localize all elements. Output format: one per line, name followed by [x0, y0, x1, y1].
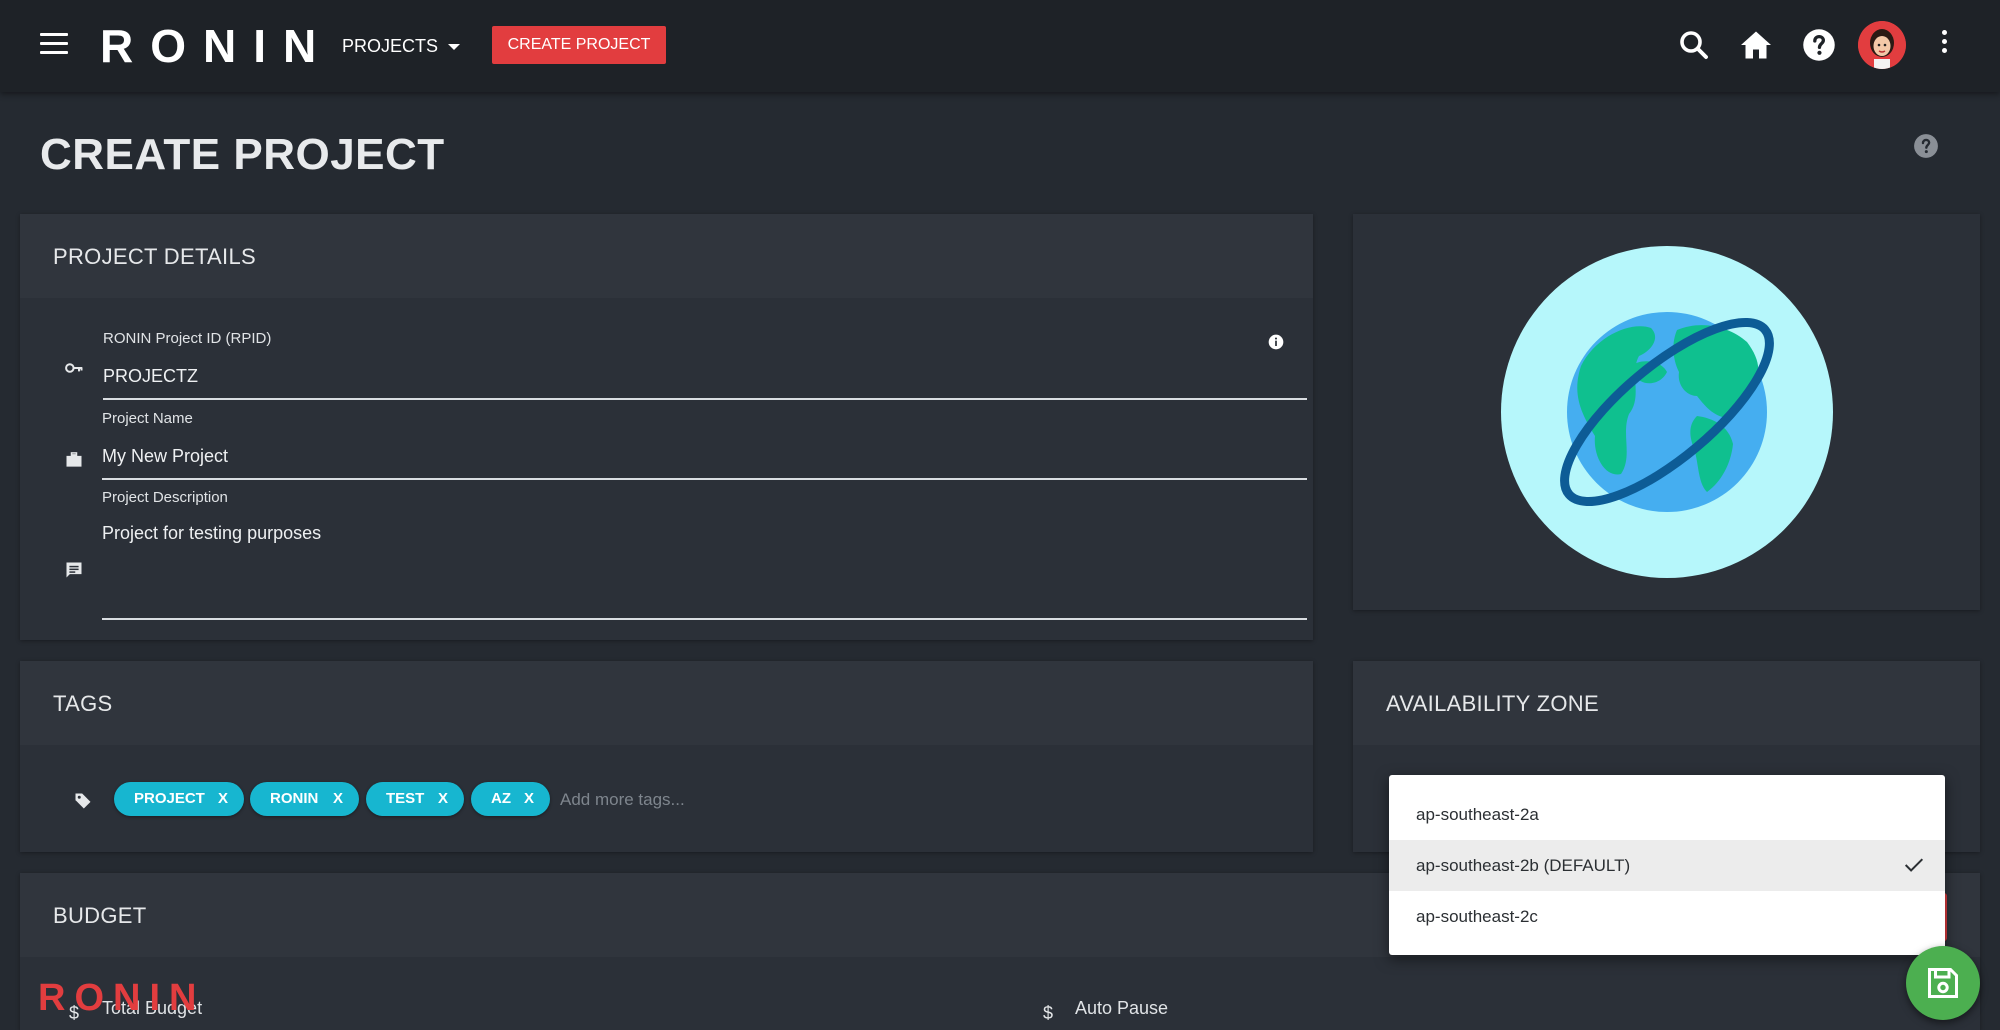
key-icon	[65, 363, 83, 373]
rpid-field[interactable]: PROJECTZ	[103, 366, 198, 387]
rpid-label: RONIN Project ID (RPID)	[103, 330, 272, 347]
tag-remove-button[interactable]: X	[333, 782, 343, 816]
project-description-underline	[102, 618, 1307, 620]
tag-chip-label: RONIN	[270, 790, 319, 807]
tag-chip: RONIN X	[250, 782, 359, 816]
check-icon	[1904, 858, 1924, 872]
ronin-logo[interactable]: RONIN	[100, 16, 333, 76]
project-description-field[interactable]: Project for testing purposes	[102, 523, 321, 544]
tag-remove-button[interactable]: X	[524, 782, 534, 816]
tag-icon	[75, 793, 91, 809]
caret-down-icon	[448, 44, 461, 51]
zone-option-label: ap-southeast-2b (DEFAULT)	[1416, 856, 1631, 875]
menu-icon[interactable]	[40, 33, 68, 57]
avatar-illustration	[1858, 21, 1906, 69]
page-title: CREATE PROJECT	[40, 130, 445, 179]
home-icon[interactable]	[1738, 27, 1774, 63]
search-icon[interactable]	[1676, 27, 1712, 63]
projects-menu[interactable]: PROJECTS	[342, 30, 461, 62]
tag-chip-label: TEST	[386, 790, 425, 807]
save-button[interactable]	[1906, 946, 1980, 1020]
info-icon[interactable]	[1268, 334, 1284, 350]
comment-icon	[66, 562, 82, 578]
panel-title: TAGS	[53, 691, 113, 716]
zone-option[interactable]: ap-southeast-2c	[1389, 891, 1945, 942]
dollar-icon: $	[1043, 1003, 1054, 1023]
project-name-label: Project Name	[102, 410, 193, 427]
panel-title: BUDGET	[53, 903, 147, 928]
tag-remove-button[interactable]: X	[218, 782, 228, 816]
project-name-underline	[102, 478, 1307, 480]
project-description-label: Project Description	[102, 489, 228, 506]
help-icon[interactable]	[1801, 27, 1837, 63]
save-icon	[1928, 968, 1958, 998]
globe-illustration[interactable]	[1501, 246, 1833, 578]
tag-chip-label: PROJECT	[134, 790, 205, 807]
app-bar: RONIN PROJECTS CREATE PROJECT	[0, 0, 2000, 92]
create-project-button[interactable]: CREATE PROJECT	[492, 26, 666, 64]
panel-header: PROJECT DETAILS	[20, 214, 1313, 298]
tag-remove-button[interactable]: X	[438, 782, 448, 816]
project-image-panel	[1353, 214, 1980, 610]
panel-header: AVAILABILITY ZONE	[1353, 661, 1980, 745]
rpid-underline	[103, 398, 1307, 400]
add-tags-input[interactable]	[560, 786, 860, 814]
availability-zone-dropdown: ap-southeast-2a ap-southeast-2b (DEFAULT…	[1389, 775, 1945, 955]
zone-option-selected[interactable]: ap-southeast-2b (DEFAULT)	[1389, 840, 1945, 891]
zone-option[interactable]: ap-southeast-2a	[1389, 789, 1945, 840]
tag-chip-label: AZ	[491, 790, 511, 807]
panel-header: TAGS	[20, 661, 1313, 745]
tag-chip: PROJECT X	[114, 782, 244, 816]
tag-chip: AZ X	[471, 782, 550, 816]
project-details-panel: PROJECT DETAILS RONIN Project ID (RPID) …	[20, 214, 1313, 640]
auto-pause-label: Auto Pause	[1075, 998, 1169, 1018]
zone-option-label: ap-southeast-2a	[1416, 805, 1539, 824]
panel-title: PROJECT DETAILS	[53, 244, 256, 269]
more-vert-icon[interactable]	[1938, 30, 1950, 62]
panel-title: AVAILABILITY ZONE	[1386, 691, 1599, 716]
ronin-watermark-logo: RONIN	[38, 977, 206, 1019]
briefcase-icon	[66, 452, 82, 467]
tag-chip: TEST X	[366, 782, 464, 816]
projects-menu-label: PROJECTS	[342, 36, 439, 56]
help-icon[interactable]	[1913, 133, 1939, 159]
user-avatar[interactable]	[1858, 21, 1906, 69]
project-name-field[interactable]: My New Project	[102, 446, 228, 467]
zone-option-label: ap-southeast-2c	[1416, 907, 1538, 926]
tags-panel: TAGS	[20, 661, 1313, 852]
